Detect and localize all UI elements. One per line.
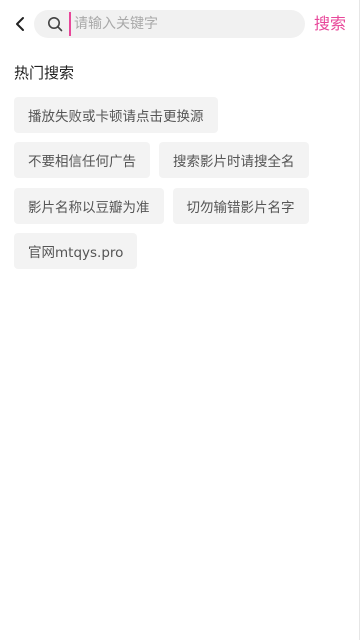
search-input[interactable] (69, 12, 294, 36)
hot-search-title: 热门搜索 (14, 64, 75, 82)
search-icon (47, 16, 63, 32)
hot-search-tag[interactable]: 搜索影片时请搜全名 (159, 142, 309, 178)
chevron-left-icon (16, 17, 24, 31)
hot-search-tag[interactable]: 播放失败或卡顿请点击更换源 (14, 97, 218, 133)
hot-search-tags: 播放失败或卡顿请点击更换源 不要相信任何广告 搜索影片时请搜全名 影片名称以豆瓣… (14, 97, 346, 269)
search-box[interactable] (34, 10, 305, 38)
hot-search-tag[interactable]: 官网mtqys.pro (14, 233, 138, 269)
search-button[interactable]: 搜索 (314, 13, 346, 35)
back-button[interactable] (6, 10, 34, 38)
search-header: 搜索 (0, 0, 360, 48)
hot-search-tag[interactable]: 切勿输错影片名字 (172, 188, 309, 224)
hot-search-tag[interactable]: 影片名称以豆瓣为准 (14, 188, 164, 224)
hot-search-tag[interactable]: 不要相信任何广告 (14, 142, 150, 178)
